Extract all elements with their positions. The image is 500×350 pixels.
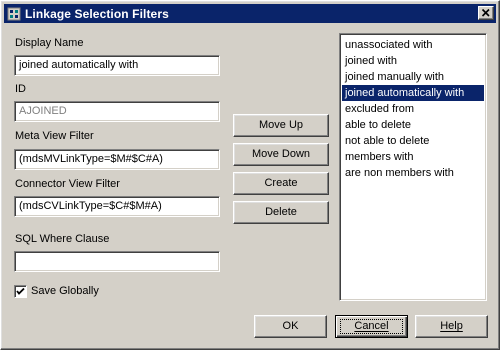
meta-view-filter-label: Meta View Filter [15, 130, 94, 142]
linkage-type-list[interactable]: unassociated with joined with joined man… [339, 33, 487, 301]
move-up-button[interactable]: Move Up [233, 114, 329, 137]
display-name-label: Display Name [15, 37, 84, 49]
cancel-button[interactable]: Cancel [335, 315, 408, 338]
title-bar[interactable]: Linkage Selection Filters [4, 4, 496, 23]
list-item[interactable]: joined with [342, 53, 484, 69]
meta-view-filter-field[interactable]: (mdsMVLinkType=$M#$C#A) [14, 149, 220, 170]
linkage-selection-filters-dialog: Linkage Selection Filters Display Name j… [0, 0, 500, 350]
display-name-field[interactable]: joined automatically with [14, 55, 220, 76]
list-item[interactable]: are non members with [342, 165, 484, 181]
help-label: Help [440, 320, 463, 332]
list-item[interactable]: not able to delete [342, 133, 484, 149]
connector-view-filter-label: Connector View Filter [15, 178, 120, 190]
ok-button[interactable]: OK [254, 315, 327, 338]
move-down-button[interactable]: Move Down [233, 143, 329, 166]
connector-view-filter-field[interactable]: (mdsCVLinkType=$C#$M#A) [14, 196, 220, 217]
save-globally-label: Save Globally [31, 285, 99, 297]
sql-where-clause-label: SQL Where Clause [15, 233, 110, 245]
close-button[interactable] [478, 6, 494, 20]
list-item-selected[interactable]: joined automatically with [342, 85, 484, 101]
id-label: ID [15, 83, 26, 95]
list-item[interactable]: joined manually with [342, 69, 484, 85]
list-item[interactable]: unassociated with [342, 37, 484, 53]
list-item[interactable]: excluded from [342, 101, 484, 117]
sql-where-clause-field[interactable] [14, 251, 220, 272]
list-item[interactable]: members with [342, 149, 484, 165]
create-button[interactable]: Create [233, 172, 329, 195]
save-globally-checkbox[interactable] [14, 285, 27, 298]
close-icon [481, 8, 490, 17]
help-button[interactable]: Help [415, 315, 488, 338]
checkmark-icon [16, 287, 25, 295]
id-field[interactable]: AJOINED [14, 101, 220, 122]
window-title: Linkage Selection Filters [25, 6, 169, 21]
list-item[interactable]: able to delete [342, 117, 484, 133]
cancel-label: Cancel [354, 320, 389, 332]
app-icon [7, 7, 21, 21]
delete-button[interactable]: Delete [233, 201, 329, 224]
